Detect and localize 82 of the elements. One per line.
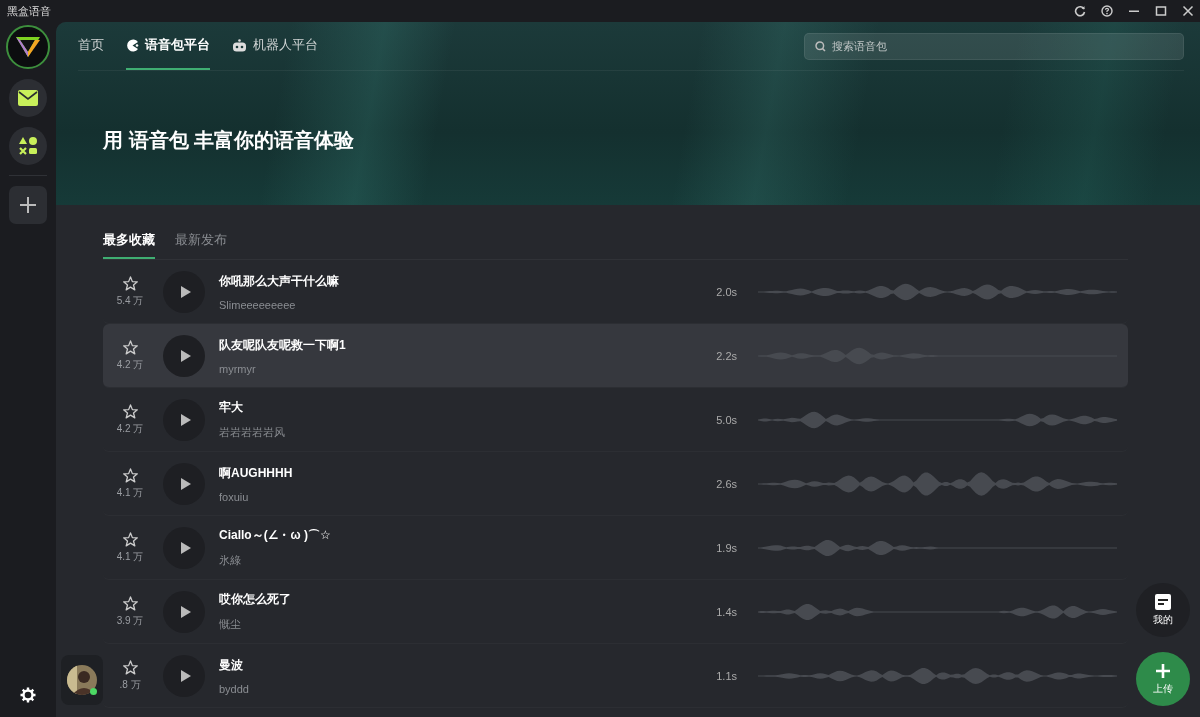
list-tab[interactable]: 最新发布	[175, 223, 227, 259]
duration: 1.4s	[715, 605, 737, 618]
favorite-count: 4.1 万	[116, 485, 144, 500]
voice-pack-row[interactable]: 3.9 万 哎你怎么死了 慨尘 1.4s	[103, 580, 1128, 644]
play-button[interactable]	[163, 462, 205, 505]
author-name: myrmyr	[219, 362, 257, 375]
play-icon	[179, 540, 192, 555]
star-icon[interactable]	[122, 275, 138, 291]
voice-pack-row[interactable]: 4.2 万 牢大 岩岩岩岩岩风 5.0s	[103, 388, 1128, 452]
author-name: 氷綠	[219, 553, 242, 568]
star-icon[interactable]	[122, 531, 138, 547]
play-icon	[179, 668, 192, 683]
voice-pack-row[interactable]: .8 万 曼波 byddd 1.1s	[103, 644, 1128, 708]
author-name: byddd	[219, 682, 250, 695]
author-name: Slimeeeeeeeee	[219, 298, 297, 311]
nav-tab[interactable]: 首页	[78, 22, 104, 70]
settings-icon[interactable]	[20, 687, 36, 703]
play-icon	[179, 412, 192, 427]
play-icon	[179, 476, 192, 491]
duration: 1.9s	[715, 541, 737, 554]
play-button[interactable]	[163, 526, 205, 569]
author-name: 慨尘	[219, 617, 242, 632]
play-icon	[179, 348, 192, 363]
app-logo[interactable]	[6, 25, 50, 69]
banner-headline: 用 语音包 丰富你的语音体验	[103, 128, 356, 153]
nav-tab[interactable]: 机器人平台	[232, 22, 318, 70]
voice-pack-title: 啊AUGHHHH	[219, 464, 294, 482]
voice-pack-title: 哎你怎么死了	[219, 591, 292, 608]
voice-pack-title: 队友呢队友呢救一下啊1	[219, 336, 347, 354]
duration: 2.0s	[715, 285, 737, 298]
my-button[interactable]: 我的	[1136, 583, 1190, 637]
author-name: 岩岩岩岩岩风	[219, 425, 286, 440]
play-button[interactable]	[163, 590, 205, 633]
favorite-count: 4.2 万	[116, 421, 144, 436]
window-title: 黑盒语音	[7, 3, 51, 19]
voice-pack-row[interactable]: 4.1 万 啊AUGHHHH foxuiu 2.6s	[103, 452, 1128, 516]
author-name: foxuiu	[219, 490, 250, 503]
duration: 5.0s	[715, 413, 737, 426]
upload-button[interactable]: 上传	[1136, 652, 1190, 706]
play-icon	[179, 604, 192, 619]
duration: 2.2s	[715, 349, 737, 362]
search-icon	[815, 40, 826, 52]
favorite-count: 4.2 万	[116, 357, 144, 372]
shapes-icon	[18, 136, 38, 156]
close-icon[interactable]	[1182, 5, 1194, 17]
document-icon	[1155, 593, 1171, 610]
voice-pack-title: 牢大	[219, 399, 244, 416]
star-icon[interactable]	[122, 403, 138, 419]
favorite-count: 5.4 万	[116, 293, 144, 308]
star-icon[interactable]	[122, 595, 138, 611]
pac-icon	[126, 38, 139, 52]
favorite-count: 4.1 万	[116, 549, 144, 564]
maximize-icon[interactable]	[1155, 5, 1167, 17]
voice-pack-row[interactable]: 4.2 万 队友呢队友呢救一下啊1 myrmyr 2.2s	[103, 324, 1128, 388]
star-icon[interactable]	[122, 659, 138, 675]
star-icon[interactable]	[122, 339, 138, 355]
voice-pack-title: 曼波	[219, 656, 244, 674]
add-button[interactable]	[9, 186, 47, 224]
apps-button[interactable]	[9, 127, 47, 165]
plus-icon	[19, 196, 37, 214]
user-avatar-card[interactable]	[61, 655, 103, 705]
duration: 1.1s	[715, 669, 737, 682]
favorite-count: .8 万	[119, 677, 141, 692]
favorite-count: 3.9 万	[116, 613, 144, 628]
play-button[interactable]	[163, 398, 205, 441]
play-button[interactable]	[163, 334, 205, 377]
nav-tab[interactable]: 语音包平台	[126, 22, 210, 70]
play-icon	[179, 284, 192, 299]
voice-pack-title: Ciallo～(∠・ω )⌒☆	[219, 527, 332, 544]
robot-icon	[232, 38, 247, 52]
refresh-icon[interactable]	[1074, 5, 1086, 17]
list-tab[interactable]: 最多收藏	[103, 223, 155, 259]
star-icon[interactable]	[122, 467, 138, 483]
duration: 2.6s	[715, 477, 737, 490]
mail-button[interactable]	[9, 79, 47, 117]
plus-icon	[1155, 662, 1171, 679]
help-icon[interactable]	[1101, 5, 1113, 17]
voice-pack-row[interactable]: 4.1 万 Ciallo～(∠・ω )⌒☆ 氷綠 1.9s	[103, 516, 1128, 580]
play-button[interactable]	[163, 270, 205, 313]
mail-icon	[18, 90, 38, 106]
voice-pack-title: 你吼那么大声干什么嘛	[219, 272, 340, 290]
play-button[interactable]	[163, 654, 205, 697]
